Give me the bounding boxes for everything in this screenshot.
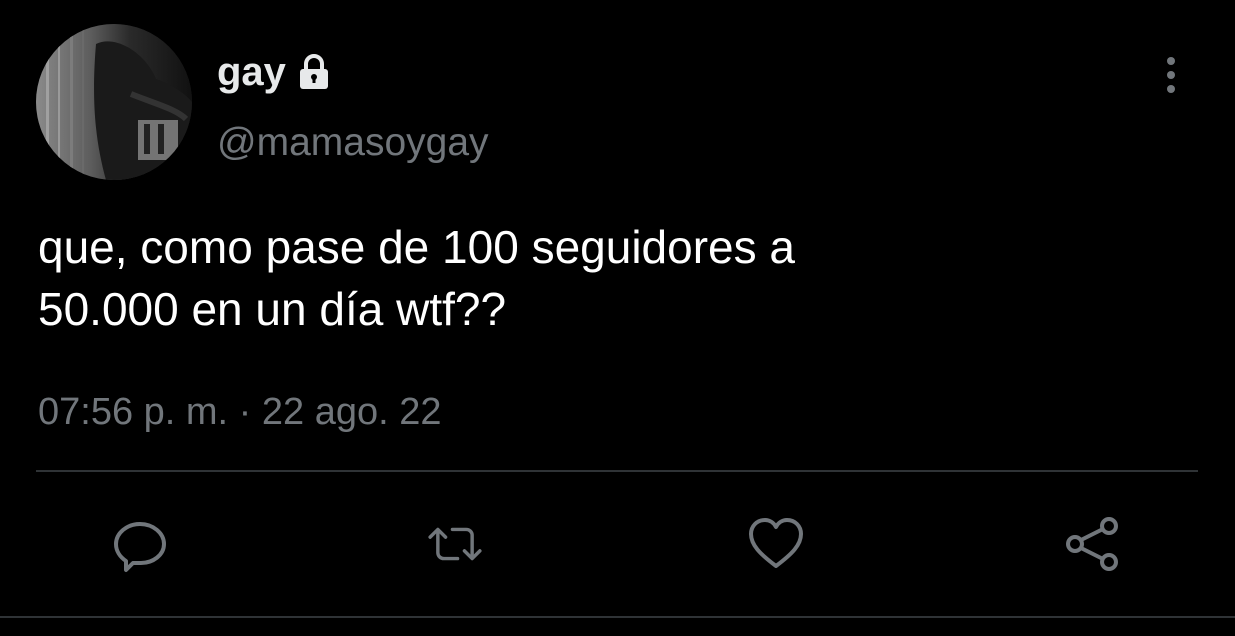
share-button[interactable]: [1062, 514, 1122, 574]
avatar[interactable]: [36, 24, 192, 180]
comment-icon: [114, 522, 166, 572]
lock-icon: [294, 52, 334, 92]
retweet-button[interactable]: [425, 514, 485, 574]
display-name[interactable]: gay: [217, 50, 286, 94]
share-icon: [1066, 517, 1118, 571]
retweet-icon: [428, 527, 482, 561]
tweet-time[interactable]: 07:56 p. m.: [38, 391, 228, 433]
tweet-detail: gay @mamasoygay que, como pase de 100 se…: [0, 0, 1235, 636]
like-button[interactable]: [746, 514, 806, 574]
tweet-text: que, como pase de 100 seguidores a 50.00…: [38, 221, 795, 335]
avatar-image: [36, 24, 192, 180]
more-vertical-icon[interactable]: [1155, 54, 1187, 96]
heart-icon: [749, 518, 803, 568]
divider: [36, 470, 1198, 472]
divider-bottom: [0, 616, 1235, 618]
meta-separator: ·: [228, 391, 262, 433]
author-handle[interactable]: @mamasoygay: [217, 120, 489, 166]
tweet-date[interactable]: 22 ago. 22: [262, 391, 442, 433]
reply-button[interactable]: [110, 514, 170, 574]
author-name-row[interactable]: gay: [217, 50, 334, 94]
tweet-meta: 07:56 p. m. · 22 ago. 22: [38, 388, 442, 436]
